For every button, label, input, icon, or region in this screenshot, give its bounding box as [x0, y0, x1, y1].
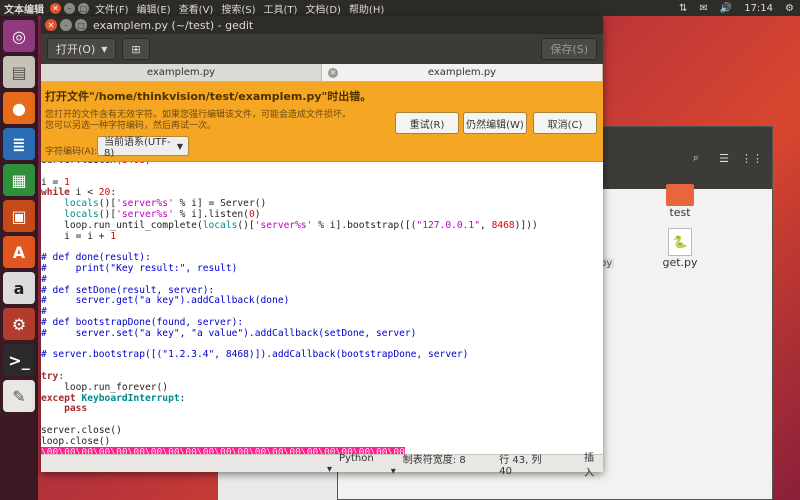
- file-label: get.py: [662, 256, 698, 269]
- folder-item[interactable]: test: [650, 184, 710, 219]
- minimize-icon[interactable]: –: [60, 19, 72, 31]
- minimize-icon[interactable]: –: [64, 2, 75, 14]
- amazon-icon[interactable]: a: [3, 272, 35, 304]
- close-icon[interactable]: ✕: [50, 2, 61, 14]
- tab-width-label: 制表符宽度: 8: [402, 454, 466, 466]
- open-label: 打开(O): [56, 43, 96, 56]
- dash-icon[interactable]: ◎: [3, 20, 35, 52]
- save-button[interactable]: 保存(S): [541, 38, 597, 60]
- menu-view[interactable]: 查看(V): [179, 1, 214, 16]
- error-message-line2: 您可以另选一种字符编码，然后再试一次。: [45, 121, 217, 131]
- new-tab-button[interactable]: ⊞: [122, 38, 150, 60]
- cancel-label: 取消(C): [547, 119, 583, 131]
- edit-anyway-button[interactable]: 仍然编辑(W): [463, 112, 527, 134]
- code-line: # print("Key result:", result): [41, 262, 238, 274]
- impress-icon[interactable]: ▣: [3, 200, 35, 232]
- error-title: 打开文件"/home/thinkvision/test/examplem.py"…: [45, 90, 372, 103]
- file-item[interactable]: 🐍 get.py: [650, 228, 710, 269]
- edit-anyway-label: 仍然编辑(W): [466, 119, 524, 131]
- tab-examplem-2[interactable]: ✕ examplem.py: [322, 64, 603, 81]
- menu-search[interactable]: 搜索(S): [221, 1, 255, 16]
- folder-label: test: [669, 206, 691, 219]
- code-line: # server.set("a key", "a value").addCall…: [41, 327, 417, 339]
- maximize-icon[interactable]: □: [78, 2, 89, 14]
- error-infobar: 打开文件"/home/thinkvision/test/examplem.py"…: [41, 82, 603, 162]
- panel-window-controls: ✕ – □: [50, 2, 89, 14]
- tab-bar: examplem.py ✕ examplem.py: [41, 64, 603, 82]
- tab-label: examplem.py: [427, 67, 497, 78]
- calc-icon[interactable]: ▦: [3, 164, 35, 196]
- code-line: # server.bootstrap([("1.2.3.4", 8468)]).…: [41, 349, 469, 361]
- menu-edit[interactable]: 编辑(E): [137, 1, 171, 16]
- title-bar: ✕ – □ examplem.py (~/test) - gedit: [41, 16, 603, 34]
- encoding-select[interactable]: 当前语系(UTF-8) ▼: [97, 136, 189, 159]
- volume-icon[interactable]: 🔊: [720, 3, 732, 14]
- code-line: except KeyboardInterrupt:: [41, 392, 186, 404]
- window-title: examplem.py (~/test) - gedit: [93, 18, 254, 32]
- encoding-label: 字符编码(A):: [45, 147, 98, 157]
- network-icon[interactable]: ⇅: [679, 3, 687, 14]
- python-file-icon: 🐍: [668, 228, 692, 256]
- cancel-button[interactable]: 取消(C): [533, 112, 597, 134]
- code-editor[interactable]: server.listen(8468) i = 1while i < 20: l…: [41, 162, 603, 454]
- text-editor-icon[interactable]: ✎: [3, 380, 35, 412]
- gedit-window: ✕ – □ examplem.py (~/test) - gedit 打开(O)…: [41, 16, 603, 479]
- menu-documents[interactable]: 文档(D): [305, 1, 341, 16]
- retry-button[interactable]: 重试(R): [395, 112, 459, 134]
- chevron-down-icon: ▼: [176, 141, 183, 151]
- tab-close-icon[interactable]: ✕: [328, 67, 338, 78]
- menu-file[interactable]: 文件(F): [95, 1, 129, 16]
- search-icon[interactable]: ⌕: [686, 148, 706, 168]
- code-line: # server.get("a key").addCallback(done): [41, 295, 290, 307]
- toolbar: 打开(O) ▼ ⊞ 保存(S): [41, 34, 603, 64]
- code-line: i = i + 1: [41, 230, 117, 242]
- tab-examplem-1[interactable]: examplem.py: [41, 64, 322, 81]
- terminal-icon[interactable]: >_: [3, 344, 35, 376]
- new-document-icon: ⊞: [131, 42, 141, 56]
- folder-icon: [666, 184, 694, 206]
- open-button[interactable]: 打开(O) ▼: [47, 38, 117, 60]
- menu-tools[interactable]: 工具(T): [264, 1, 298, 16]
- encoding-value: 当前语系(UTF-8): [104, 137, 171, 159]
- firefox-icon[interactable]: ●: [3, 92, 35, 124]
- code-line: server.close(): [41, 424, 122, 436]
- menu-help[interactable]: 帮助(H): [349, 1, 384, 16]
- cursor-position: 行 43, 列 40: [499, 454, 542, 477]
- writer-icon[interactable]: ≣: [3, 128, 35, 160]
- keyboard-icon[interactable]: ✉: [699, 3, 707, 14]
- code-line: i = 1: [41, 176, 70, 188]
- code-line: loop.close(): [41, 435, 111, 447]
- language-selector[interactable]: Python ▾: [327, 453, 379, 475]
- save-label: 保存(S): [550, 43, 588, 56]
- language-label: Python: [339, 452, 374, 464]
- tab-label: examplem.py: [146, 67, 216, 78]
- file-manager-icon[interactable]: ▤: [3, 56, 35, 88]
- code-line: loop.run_until_complete(locals()['server…: [41, 219, 538, 231]
- status-bar: Python ▾ 制表符宽度: 8 ▾ 行 43, 列 40 插入: [41, 453, 603, 479]
- settings-gear-icon[interactable]: ⚙: [785, 3, 794, 14]
- insert-mode: 插入: [584, 452, 595, 479]
- window-controls: ✕ – □: [41, 19, 93, 31]
- tab-width-selector[interactable]: 制表符宽度: 8 ▾: [391, 451, 469, 477]
- top-panel: 文本编辑 ✕ – □ 文件(F) 编辑(E) 查看(V) 搜索(S) 工具(T)…: [0, 0, 800, 16]
- launcher: ◎ ▤ ● ≣ ▦ ▣ A a ⚙ >_ ✎: [0, 16, 38, 500]
- system-settings-icon[interactable]: ⚙: [3, 308, 35, 340]
- clock[interactable]: 17:14: [744, 3, 773, 14]
- retry-label: 重试(R): [409, 119, 445, 131]
- app-name: 文本编辑: [4, 4, 44, 16]
- software-center-icon[interactable]: A: [3, 236, 35, 268]
- grid-view-icon[interactable]: ⋮⋮: [741, 148, 763, 168]
- close-icon[interactable]: ✕: [45, 19, 57, 31]
- maximize-icon[interactable]: □: [75, 19, 87, 31]
- menu-bar: 文件(F) 编辑(E) 查看(V) 搜索(S) 工具(T) 文档(D) 帮助(H…: [95, 1, 384, 16]
- code-line: pass: [64, 403, 88, 415]
- chevron-down-icon: ▼: [101, 44, 108, 54]
- list-view-icon[interactable]: ☰: [714, 148, 734, 168]
- system-tray: ⇅ ✉ 🔊 17:14 ⚙: [679, 3, 800, 14]
